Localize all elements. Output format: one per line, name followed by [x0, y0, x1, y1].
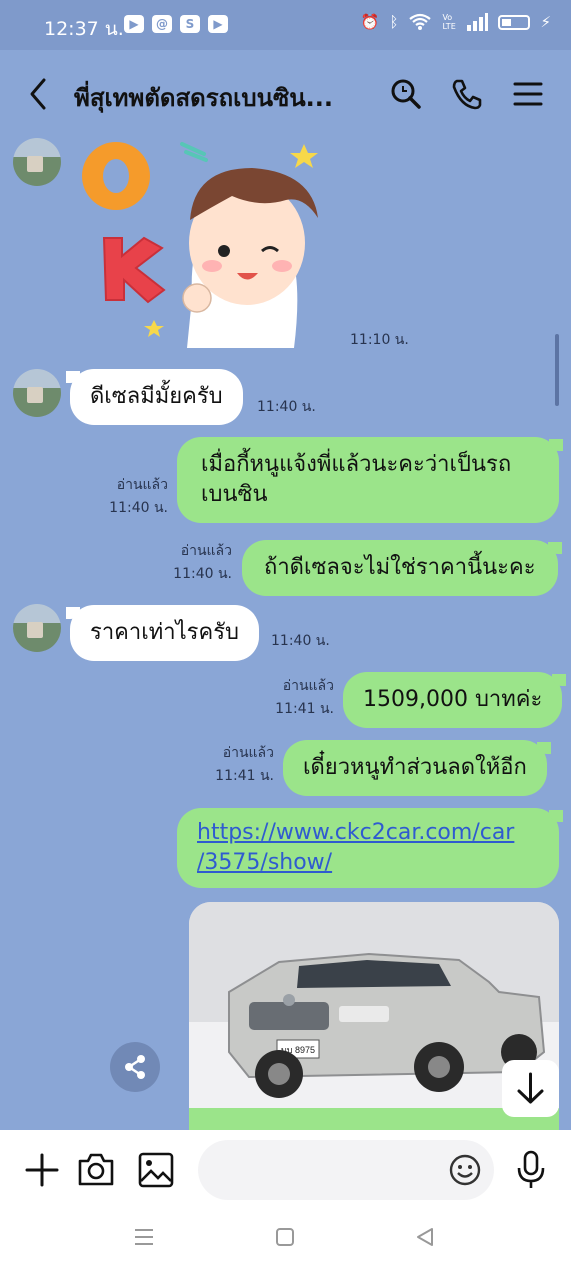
message-time: 11:40 น. — [271, 633, 330, 649]
message-time: 11:10 น. — [350, 332, 409, 348]
message-bubble-incoming[interactable]: ดีเซลมีมั้ยครับ — [66, 369, 243, 425]
status-time: 12:37 น. — [44, 18, 124, 40]
status-app-icons: ▶ @ S ▶ — [124, 15, 228, 33]
message-time: 11:40 น. — [257, 399, 316, 415]
chat-area[interactable]: 11:10 น. ดีเซลมีมั้ยครับ 11:40 น. เมื่อก… — [0, 138, 571, 1130]
s-icon: S — [180, 15, 200, 33]
chat-header: พี่สุเทพตัดสดรถเบนซิน... — [0, 50, 571, 138]
message-time: 11:40 น. — [109, 500, 168, 516]
back-arrow-icon[interactable] — [26, 76, 50, 112]
message-bubble-outgoing[interactable]: 1509,000 บาทค่ะ — [343, 672, 567, 728]
alarm-icon: ⏰ — [360, 13, 380, 31]
bluetooth-icon: ᛒ — [389, 13, 399, 31]
message-time: 11:41 น. — [215, 768, 274, 784]
link-text[interactable]: https://www.ckc2car.com/car — [197, 818, 539, 848]
emoji-icon[interactable] — [448, 1153, 482, 1187]
message-bubble-outgoing[interactable]: ถ้าดีเซลจะไม่ใช่ราคานี้นะคะ — [242, 540, 562, 596]
message-bubble-outgoing[interactable]: เมื่อกี้หนูแจ้งพี่แล้วนะคะว่าเป็นรถ เบนซ… — [177, 437, 563, 523]
scroll-to-bottom-button[interactable] — [502, 1060, 559, 1117]
gallery-icon[interactable] — [137, 1151, 175, 1189]
microphone-icon[interactable] — [515, 1150, 547, 1190]
link-text[interactable]: /3575/show/ — [197, 848, 539, 878]
link-message[interactable]: https://www.ckc2car.com/car /3575/show/ — [177, 808, 563, 888]
recent-apps-icon[interactable] — [133, 1226, 155, 1248]
volte-icon: Vo LTE — [442, 13, 456, 31]
arrow-down-icon — [517, 1072, 544, 1104]
threads-icon: @ — [152, 15, 172, 33]
youtube-icon: ▶ — [208, 15, 228, 33]
share-icon — [125, 1055, 145, 1079]
message-line: เมื่อกี้หนูแจ้งพี่แล้วนะคะว่าเป็นรถ — [201, 452, 512, 477]
back-nav-icon[interactable] — [414, 1226, 436, 1248]
camera-icon[interactable] — [77, 1151, 115, 1187]
plus-icon[interactable] — [24, 1152, 60, 1188]
phone-icon[interactable] — [449, 76, 485, 112]
composer-bar — [0, 1130, 571, 1280]
share-button[interactable] — [110, 1042, 160, 1092]
read-receipt: อ่านแล้ว — [116, 477, 168, 493]
youtube-icon: ▶ — [124, 15, 144, 33]
message-bubble-incoming[interactable]: ราคาเท่าไรครับ — [66, 605, 259, 661]
chat-title[interactable]: พี่สุเทพตัดสดรถเบนซิน... — [74, 78, 374, 117]
status-bar: 12:37 น. ▶ @ S ▶ ⏰ ᛒ Vo LTE ⚡ — [0, 0, 571, 50]
wifi-icon — [409, 13, 432, 30]
avatar[interactable] — [13, 369, 61, 417]
message-bubble-outgoing[interactable]: เดี๋ยวหนูทำส่วนลดให้อีก — [283, 740, 551, 796]
avatar[interactable] — [13, 138, 61, 186]
home-icon[interactable] — [274, 1226, 296, 1248]
search-icon[interactable] — [388, 76, 424, 112]
read-receipt: อ่านแล้ว — [282, 678, 334, 694]
signal-icon — [467, 13, 489, 31]
read-receipt: อ่านแล้ว — [180, 543, 232, 559]
android-navigation-bar — [0, 1220, 571, 1260]
menu-icon[interactable] — [510, 76, 546, 112]
charging-icon: ⚡ — [540, 13, 551, 31]
battery-icon — [498, 14, 531, 30]
message-time: 11:40 น. — [173, 566, 232, 582]
message-line: เบนซิน — [201, 482, 268, 507]
avatar[interactable] — [13, 604, 61, 652]
message-time: 11:41 น. — [275, 701, 334, 717]
scrollbar[interactable] — [555, 334, 559, 406]
status-indicators: ⏰ ᛒ Vo LTE ⚡ — [361, 13, 551, 31]
ok-sticker[interactable] — [72, 138, 342, 348]
message-input[interactable] — [198, 1140, 494, 1200]
read-receipt: อ่านแล้ว — [222, 745, 274, 761]
